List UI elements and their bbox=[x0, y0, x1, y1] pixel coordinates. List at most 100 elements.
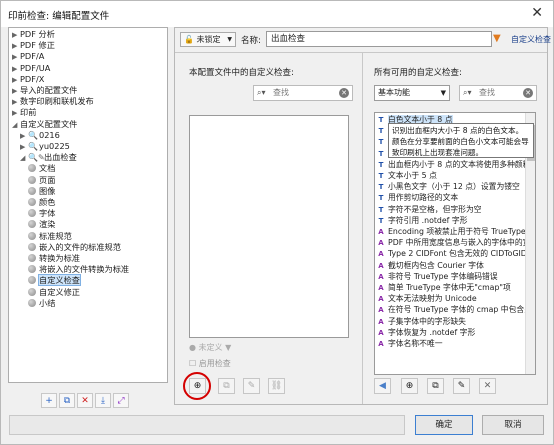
check-type-icon: A bbox=[378, 272, 384, 281]
tree-item[interactable]: ▶ 印前 bbox=[12, 107, 36, 118]
tree-item[interactable]: 文档 bbox=[28, 163, 55, 174]
profile-checks-search[interactable]: ⌕▾ 查找 ✕ bbox=[253, 85, 353, 101]
check-item[interactable]: A 简单 TrueType 字体中无"cmap"项 bbox=[375, 282, 525, 293]
tree-item-label: 自定义检查 bbox=[38, 274, 81, 287]
tree-item[interactable]: 标准规范 bbox=[28, 231, 72, 242]
category-dropdown[interactable]: 基本功能 ▼ bbox=[374, 85, 450, 101]
use-check-checkbox[interactable]: ☐ 启用检查 bbox=[189, 358, 231, 369]
category-dot-icon bbox=[28, 254, 36, 262]
status-area bbox=[9, 415, 405, 435]
profile-tree[interactable]: ▶ PDF 分析 ▶ PDF 修正 ▶ PDF/A ▶ PDF/UA ▶ PDF/X ▶ 导入的配置文… bbox=[8, 27, 168, 383]
check-type-icon: T bbox=[378, 149, 384, 158]
tree-item[interactable]: ▶ 🔍yu0225 bbox=[20, 141, 70, 152]
duplicate-profile-button[interactable]: ⧉ bbox=[59, 393, 75, 408]
add-check-button[interactable]: ⊕ bbox=[189, 378, 206, 394]
arrow-left-icon: ◀ bbox=[379, 381, 386, 391]
ok-button[interactable]: 确定 bbox=[415, 415, 473, 435]
check-item[interactable]: T 用作剪切路径的文本 bbox=[375, 192, 525, 203]
check-item[interactable]: A 非符号 TrueType 字体编码错误 bbox=[375, 271, 525, 282]
check-type-icon: A bbox=[378, 250, 384, 259]
chevron-down-icon: ▼ bbox=[440, 89, 446, 97]
tree-item[interactable]: 嵌入的文件的标准规范 bbox=[28, 242, 121, 253]
severity-label: 未定义 bbox=[198, 343, 223, 352]
check-item[interactable]: A Encoding 项被禁止用于符号 TrueType 字体 bbox=[375, 226, 525, 237]
tree-item[interactable]: ▶ PDF/UA bbox=[12, 63, 50, 74]
profile-checks-list[interactable] bbox=[189, 115, 349, 338]
chevron-down-icon: ▼ bbox=[227, 36, 232, 43]
profile-tree-panel: ▶ PDF 分析 ▶ PDF 修正 ▶ PDF/A ▶ PDF/UA ▶ PDF/X ▶ 导入的配置文… bbox=[8, 27, 168, 408]
export-profile-button[interactable]: ⤢ bbox=[113, 393, 129, 408]
tree-item[interactable]: ▶ PDF 修正 bbox=[12, 40, 55, 51]
tree-item[interactable]: 将嵌入的文件转换为标准 bbox=[28, 264, 129, 275]
custom-checks-link[interactable]: 自定义检查 bbox=[511, 34, 551, 45]
chevron-down-icon[interactable]: ◢ bbox=[20, 153, 28, 164]
tree-item[interactable]: 转换为标准 bbox=[28, 253, 80, 264]
check-item[interactable]: A 文本无法映射为 Unicode bbox=[375, 293, 525, 304]
severity-dropdown[interactable]: ● 未定义 ▼ bbox=[189, 342, 231, 353]
tree-item[interactable]: ▶ 🔍0216 bbox=[20, 130, 60, 141]
check-item[interactable]: T 小黑色文字（小于 12 点）设置为镂空 bbox=[375, 181, 525, 192]
add-profile-button[interactable]: + bbox=[41, 393, 57, 408]
check-item-label: 简单 TrueType 字体中无"cmap"项 bbox=[388, 283, 511, 292]
check-item[interactable]: T 字符引用 .notdef 字形 bbox=[375, 215, 525, 226]
check-type-icon: T bbox=[378, 127, 384, 136]
tree-item[interactable]: 自定义检查 bbox=[28, 274, 81, 287]
check-item[interactable]: A Type 2 CIDFont 包含无效的 CIDToGIDMap bbox=[375, 248, 525, 259]
check-item[interactable]: A 子集字体中的字形缺失 bbox=[375, 316, 525, 327]
duplicate-button[interactable]: ⧉ bbox=[218, 378, 235, 394]
chevron-down-icon[interactable]: ◢ bbox=[12, 120, 20, 131]
tree-item[interactable]: 字体 bbox=[28, 208, 55, 219]
tree-item-label: 将嵌入的文件转换为标准 bbox=[39, 264, 130, 275]
tree-item[interactable]: 自定义修正 bbox=[28, 287, 80, 298]
tree-item[interactable]: 渲染 bbox=[28, 219, 55, 230]
link-button[interactable]: ⛓ bbox=[268, 378, 285, 394]
check-item[interactable]: A 截切框内包含 Courier 字体 bbox=[375, 260, 525, 271]
check-item[interactable]: A 字体恢复为 .notdef 字形 bbox=[375, 327, 525, 338]
tree-item[interactable]: ◢ 自定义配置文件 bbox=[12, 119, 77, 130]
edit-button[interactable]: ✎ bbox=[243, 378, 260, 394]
tree-item[interactable]: ▶ PDF/A bbox=[12, 51, 44, 62]
check-item-label: Encoding 项被禁止用于符号 TrueType 字体 bbox=[388, 227, 525, 236]
check-item[interactable]: A PDF 中所用宽度信息与嵌入的字体中的宽度信息 bbox=[375, 237, 525, 248]
delete-profile-button[interactable]: ✕ bbox=[77, 393, 93, 408]
check-item[interactable]: T 字符不是空格，但字形为空 bbox=[375, 204, 525, 215]
check-item[interactable]: T 文本小于 5 点 bbox=[375, 170, 525, 181]
options-menu-icon[interactable]: ▼ bbox=[493, 32, 504, 46]
delete-check-button[interactable]: ✕ bbox=[479, 378, 496, 394]
tree-item[interactable]: ▶ 数字印刷和联机发布 bbox=[12, 96, 94, 107]
clear-search-icon[interactable]: ✕ bbox=[523, 88, 533, 98]
tree-item[interactable]: 颜色 bbox=[28, 197, 55, 208]
check-item[interactable]: T 出血框内小于 8 点的文本将使用多种颜料 bbox=[375, 159, 525, 170]
move-left-button[interactable]: ◀ bbox=[374, 378, 391, 394]
tree-item[interactable]: ▶ PDF/X bbox=[12, 74, 44, 85]
tree-item[interactable]: ▶ 导入的配置文件 bbox=[12, 85, 77, 96]
new-check-button[interactable]: ⊕ bbox=[401, 378, 418, 394]
tree-item[interactable]: 小结 bbox=[28, 298, 55, 309]
tree-item[interactable]: 图像 bbox=[28, 186, 55, 197]
tree-item-label: 嵌入的文件的标准规范 bbox=[39, 241, 121, 252]
duplicate-check-button[interactable]: ⧉ bbox=[427, 378, 444, 394]
tree-item[interactable]: ◢ 🔍✎出血检查 bbox=[20, 152, 77, 163]
check-item[interactable]: A 字体名称不唯一 bbox=[375, 338, 525, 349]
clear-search-icon[interactable]: ✕ bbox=[339, 88, 349, 98]
lock-toggle[interactable]: 🔓 未锁定 ▼ bbox=[180, 32, 236, 47]
close-icon[interactable]: ✕ bbox=[531, 5, 543, 21]
tree-item-label: PDF/UA bbox=[20, 62, 51, 73]
available-checks-search[interactable]: ⌕▾ 查找 ✕ bbox=[459, 85, 537, 101]
search-icon: ⌕▾ bbox=[257, 88, 266, 97]
check-item[interactable]: A 在符号 TrueType 字体的 cmap 中包含多套编码 bbox=[375, 304, 525, 315]
profile-name-input[interactable]: 出血检查 bbox=[266, 31, 492, 47]
tree-item[interactable]: ▶ PDF 分析 bbox=[12, 29, 55, 40]
tree-item-label: 页面 bbox=[39, 174, 56, 185]
import-profile-button[interactable]: ⤓ bbox=[95, 393, 111, 408]
tree-item-label: PDF/A bbox=[20, 51, 45, 62]
tree-item-label: 转换为标准 bbox=[39, 253, 80, 263]
tree-item[interactable]: 页面 bbox=[28, 175, 55, 186]
severity-icon: ● bbox=[189, 343, 196, 352]
search-placeholder: 查找 bbox=[479, 88, 495, 97]
edit-check-button[interactable]: ✎ bbox=[453, 378, 470, 394]
available-checks-title: 所有可用的自定义检查: bbox=[374, 68, 462, 78]
cancel-button[interactable]: 取消 bbox=[482, 415, 544, 435]
tree-item-label: 数字印刷和联机发布 bbox=[20, 96, 94, 107]
duplicate-icon: ⧉ bbox=[223, 381, 230, 391]
